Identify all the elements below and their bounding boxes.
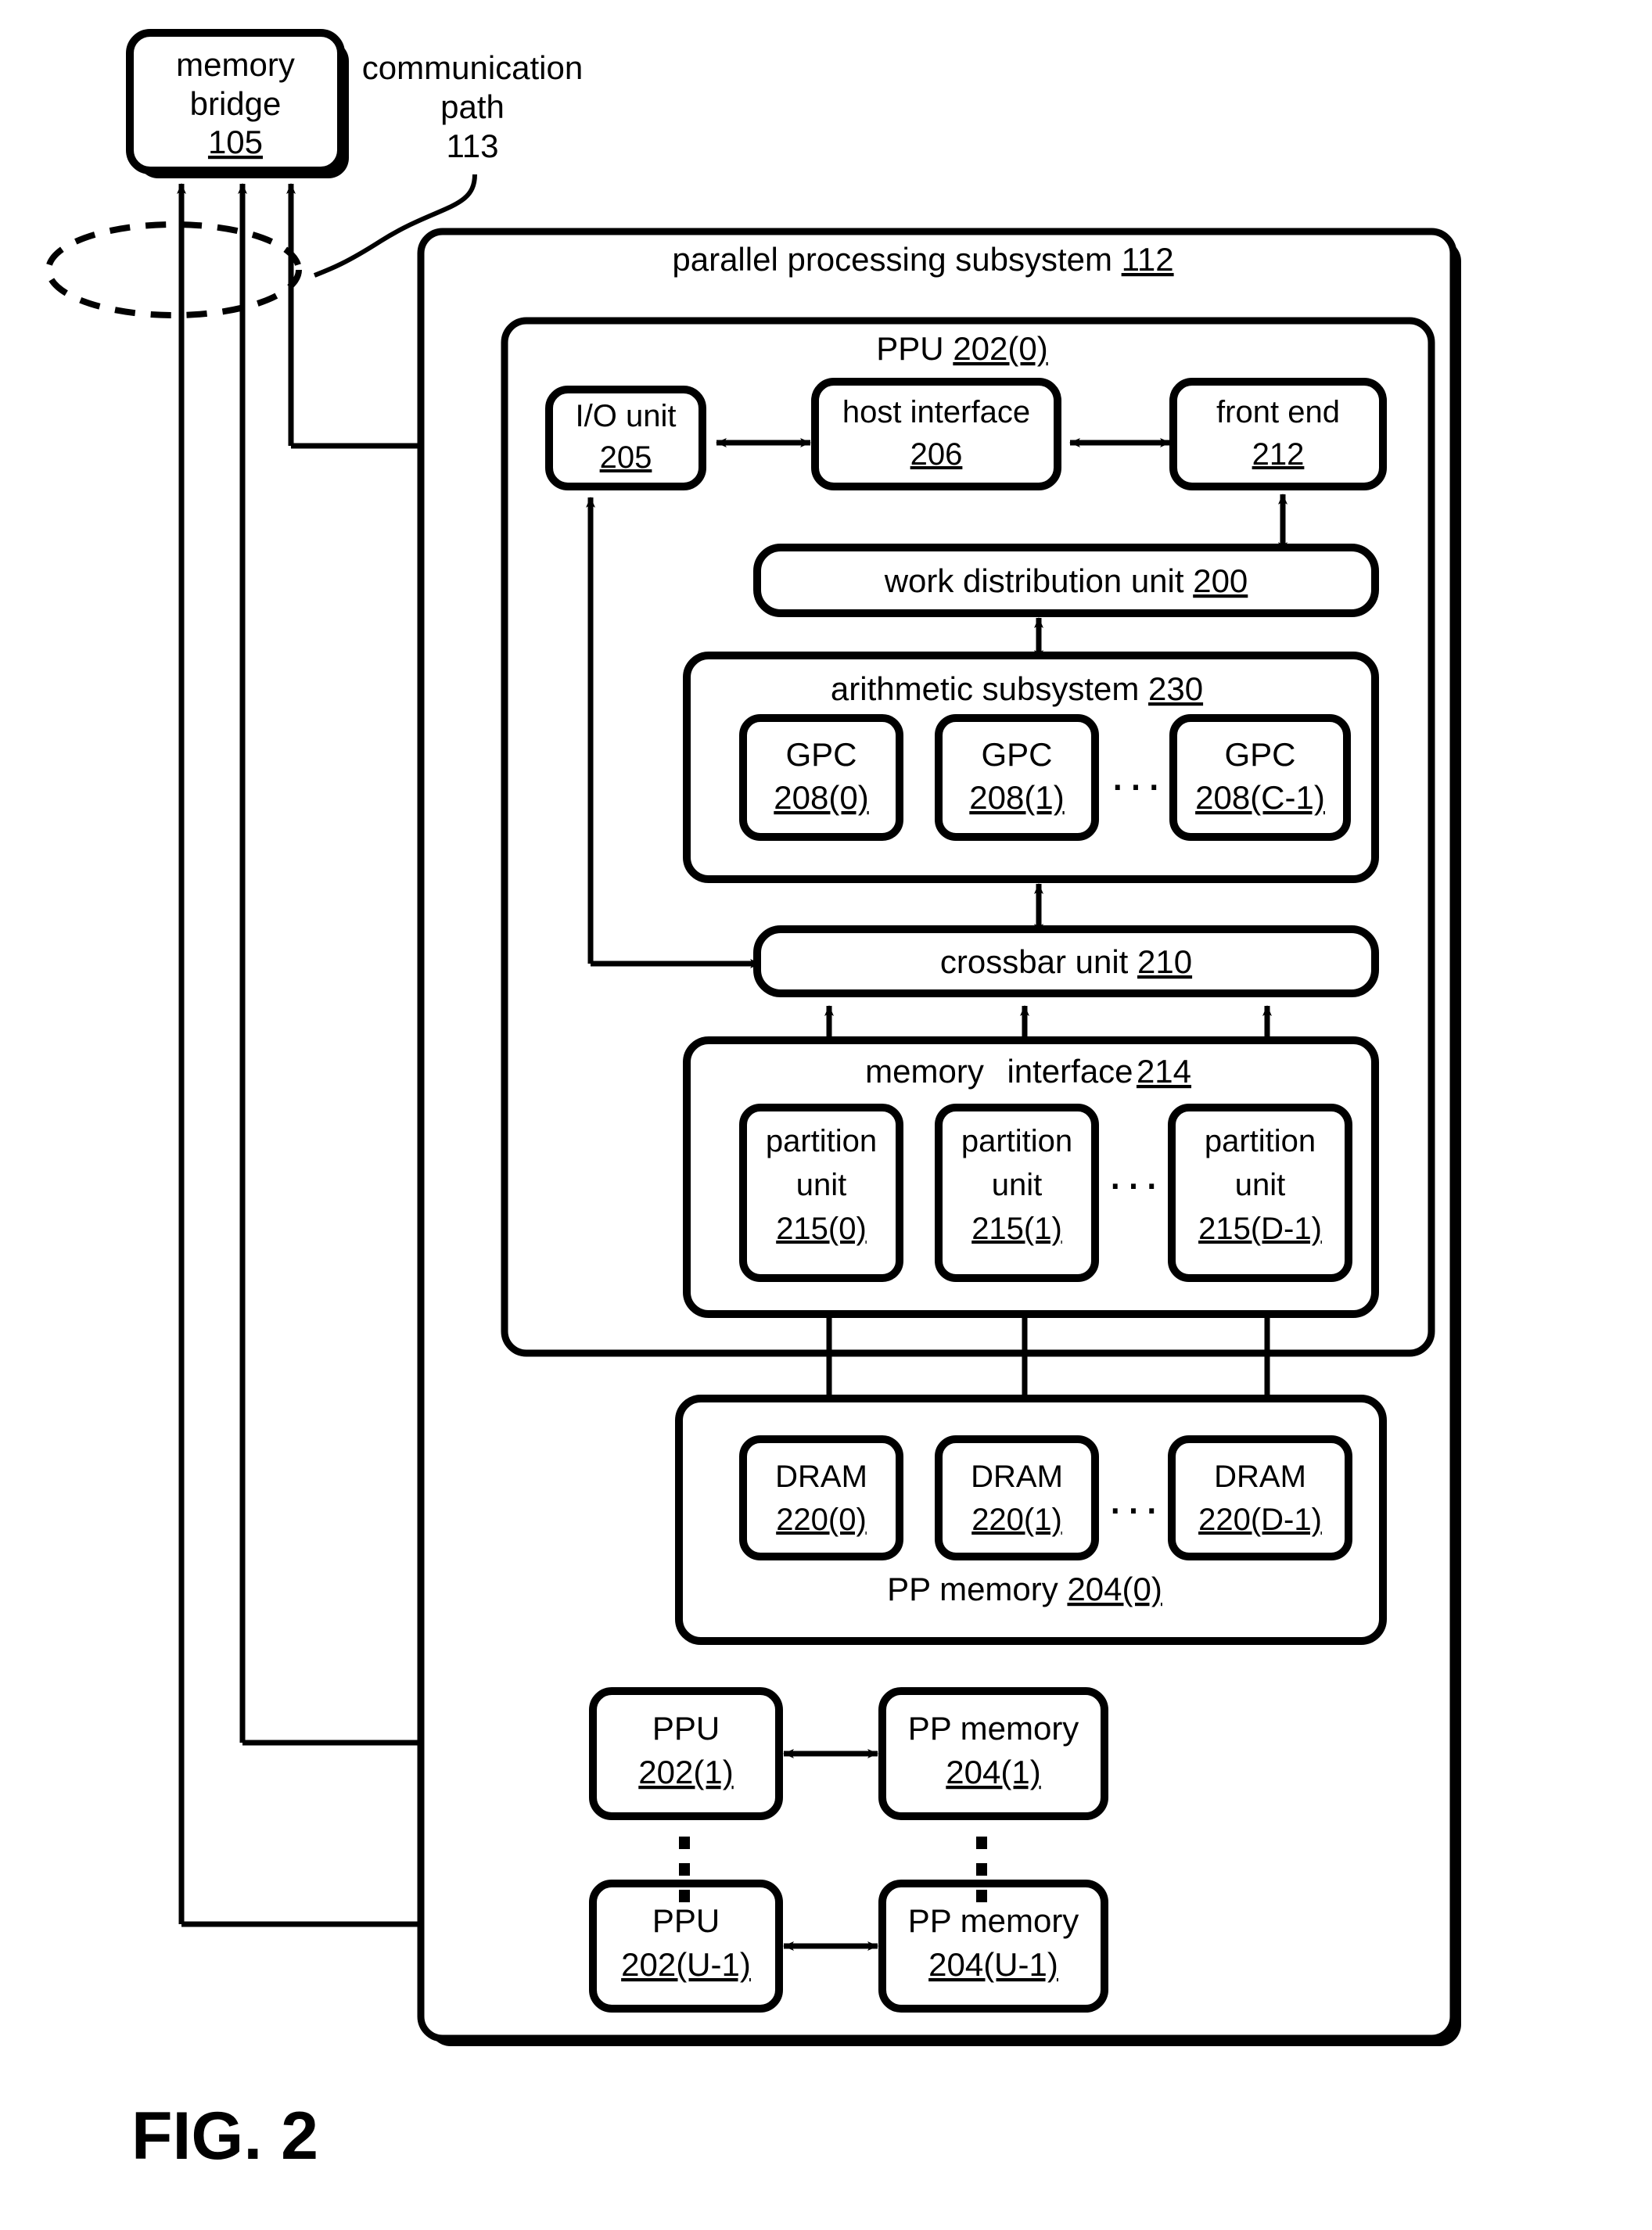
io-unit-ref: 205 (600, 440, 652, 475)
communication-path-line2: path (440, 88, 505, 125)
partition-unit-215-0-line2: unit (796, 1168, 847, 1202)
dram-220-0-label: DRAM (775, 1460, 867, 1494)
memory-bridge-line2: bridge (190, 85, 282, 122)
communication-path-ref: 113 (447, 127, 499, 164)
gpc-208-0-label: GPC (785, 736, 857, 773)
partition-unit-215-0-ref: 215(0) (776, 1212, 867, 1246)
memory-interface-title-a: memory (865, 1053, 984, 1090)
dram-220-1-ref: 220(1) (971, 1503, 1062, 1537)
memory-bridge-ref: 105 (208, 124, 263, 160)
arithmetic-subsystem-title: arithmetic subsystem 230 (831, 670, 1203, 707)
dram-220-0-ref: 220(0) (776, 1503, 867, 1537)
pp-memory-204-u1-ref: 204(U-1) (928, 1946, 1058, 1983)
partition-unit-215-1-line2: unit (992, 1168, 1043, 1202)
patent-figure-2: memory bridge 105 communication path 113… (0, 0, 1652, 2230)
crossbar-unit-label: crossbar unit 210 (940, 943, 1192, 980)
gpc-208-0-ref: 208(0) (774, 779, 868, 816)
gpc-208-1-ref: 208(1) (969, 779, 1064, 816)
host-interface-ref: 206 (910, 437, 963, 472)
pp-memory-204-0-title: PP memory 204(0) (887, 1571, 1162, 1607)
gpc-208-c1-label: GPC (1224, 736, 1295, 773)
subsystem-title: parallel processing subsystem 112 (672, 241, 1173, 278)
vertical-ellipsis-ppmemory (976, 1837, 987, 1902)
work-distribution-unit-label: work distribution unit 200 (884, 562, 1248, 599)
memory-interface-title-b: interface (1007, 1053, 1133, 1090)
communication-path-line1: communication (362, 49, 583, 86)
gpc-ellipsis: ... (1111, 747, 1165, 801)
pp-memory-204-1-title: PP memory (908, 1710, 1079, 1747)
gpc-208-1-label: GPC (981, 736, 1052, 773)
figure-caption: FIG. 2 (131, 2099, 318, 2174)
partition-ellipsis: ... (1108, 1146, 1163, 1200)
io-unit-label: I/O unit (576, 399, 677, 433)
dram-ellipsis: ... (1108, 1471, 1163, 1524)
dram-220-0-box (739, 1435, 903, 1560)
ppu-202-1-ref: 202(1) (638, 1754, 733, 1790)
partition-unit-215-1-ref: 215(1) (971, 1212, 1062, 1246)
partition-unit-215-d1-line1: partition (1205, 1124, 1316, 1158)
dram-220-d1-box (1168, 1435, 1352, 1560)
gpc-208-c1-ref: 208(C-1) (1195, 779, 1325, 816)
partition-unit-215-d1-ref: 215(D-1) (1198, 1212, 1322, 1246)
memory-bridge-line1: memory (176, 46, 295, 83)
vertical-ellipsis-ppu (679, 1837, 690, 1902)
ppu-202-u1-ref: 202(U-1) (621, 1946, 751, 1983)
partition-unit-215-1-line1: partition (961, 1124, 1072, 1158)
memory-interface-ref: 214 (1137, 1053, 1191, 1090)
dram-220-1-box (935, 1435, 1099, 1560)
host-interface-label: host interface (842, 395, 1030, 429)
pp-memory-204-u1-title: PP memory (908, 1902, 1079, 1939)
partition-unit-215-d1-line2: unit (1235, 1168, 1286, 1202)
front-end-label: front end (1216, 395, 1340, 429)
ppu-202-1-title: PPU (652, 1710, 720, 1747)
dram-220-d1-label: DRAM (1214, 1460, 1306, 1494)
front-end-ref: 212 (1252, 437, 1305, 472)
partition-unit-215-0-line1: partition (766, 1124, 877, 1158)
dram-220-d1-ref: 220(D-1) (1198, 1503, 1322, 1537)
dram-220-1-label: DRAM (971, 1460, 1063, 1494)
ppu-202-0-title: PPU 202(0) (876, 330, 1047, 367)
ppu-202-u1-title: PPU (652, 1902, 720, 1939)
pp-memory-204-1-ref: 204(1) (946, 1754, 1040, 1790)
communication-path-ellipse (45, 221, 302, 318)
